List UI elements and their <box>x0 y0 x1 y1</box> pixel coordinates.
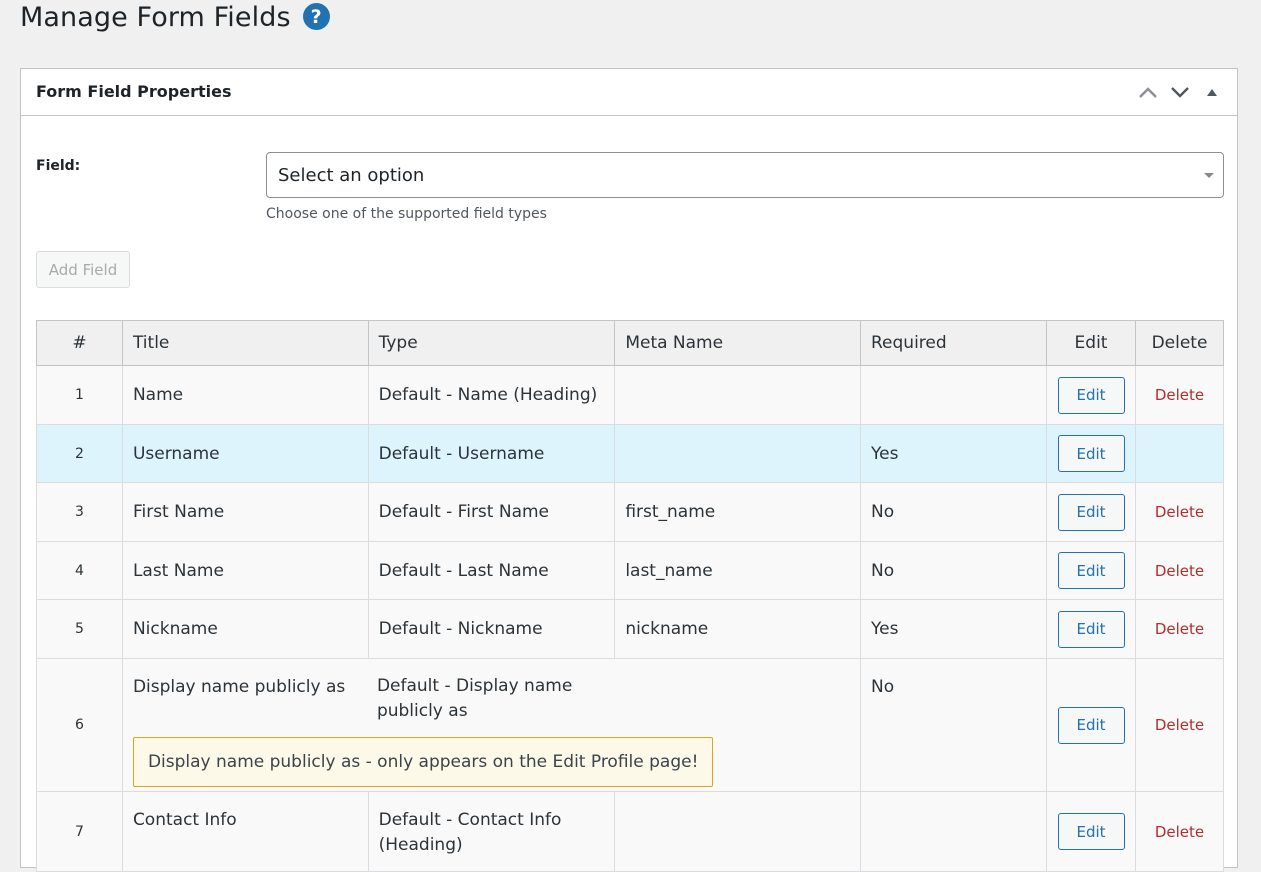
row-meta: last_name <box>614 541 861 600</box>
field-row: Field: <box>36 155 80 174</box>
row-delete-cell: Delete <box>1135 482 1224 542</box>
edit-button[interactable]: Edit <box>1057 552 1125 589</box>
table-row[interactable]: 7 Contact Info Default - Contact Info (H… <box>36 791 1224 872</box>
row-type: Default - Contact Info (Heading) <box>367 791 616 872</box>
row-meta <box>614 424 861 483</box>
row-title: Display name publicly as <box>132 677 346 697</box>
add-field-button[interactable]: Add Field <box>36 251 130 288</box>
row-type: Default - Username <box>367 424 616 483</box>
table-header-row: # Title Type Meta Name Required Edit Del… <box>36 320 1224 366</box>
chevron-down-icon[interactable] <box>1167 79 1193 105</box>
panel-header: Form Field Properties <box>21 69 1237 116</box>
page-title: Manage Form Fields <box>20 2 291 33</box>
row-title: First Name <box>121 482 369 542</box>
notice-box: Display name publicly as - only appears … <box>132 737 714 787</box>
header-title: Title <box>121 320 369 366</box>
edit-button[interactable]: Edit <box>1057 813 1125 850</box>
row-type: Default - First Name <box>367 482 616 542</box>
row-title-type-cell: Display name publicly as Default - Displ… <box>121 658 862 792</box>
header-required: Required <box>859 320 1048 366</box>
row-title: Username <box>121 424 369 483</box>
page-header: Manage Form Fields ? <box>20 2 330 33</box>
row-edit-cell: Edit <box>1046 482 1136 542</box>
row-required: Yes <box>859 599 1048 659</box>
edit-button[interactable]: Edit <box>1057 706 1125 744</box>
row-required: Yes <box>859 424 1048 483</box>
field-type-description: Choose one of the supported field types <box>266 206 547 222</box>
field-type-select[interactable]: Select an option <box>266 152 1224 198</box>
row-meta: first_name <box>614 482 861 542</box>
delete-link[interactable]: Delete <box>1155 620 1204 638</box>
row-required: No <box>859 482 1048 542</box>
delete-link[interactable]: Delete <box>1155 503 1204 521</box>
fields-table: # Title Type Meta Name Required Edit Del… <box>36 320 1224 872</box>
table-row[interactable]: 4 Last Name Default - Last Name last_nam… <box>36 541 1224 600</box>
row-edit-cell: Edit <box>1046 424 1136 483</box>
panel-handle-actions <box>1135 79 1225 105</box>
row-num: 4 <box>36 541 123 600</box>
table-row[interactable]: 6 Display name publicly as Default - Dis… <box>36 658 1224 792</box>
row-meta <box>614 791 861 872</box>
delete-link[interactable]: Delete <box>1155 386 1204 404</box>
row-num: 5 <box>36 599 123 659</box>
row-title: Contact Info <box>121 791 369 872</box>
table-row[interactable]: 3 First Name Default - First Name first_… <box>36 482 1224 542</box>
row-meta: nickname <box>614 599 861 659</box>
row-required: No <box>859 658 1048 792</box>
row-type: Default - Nickname <box>367 599 616 659</box>
row-required <box>859 365 1048 425</box>
edit-button[interactable]: Edit <box>1057 376 1125 414</box>
panel-title: Form Field Properties <box>36 82 232 101</box>
row-num: 7 <box>36 791 123 872</box>
dropdown-arrow-icon <box>1204 173 1214 178</box>
row-edit-cell: Edit <box>1046 541 1136 600</box>
field-label: Field: <box>36 158 81 174</box>
edit-button[interactable]: Edit <box>1057 493 1125 531</box>
triangle-up-icon[interactable] <box>1199 79 1225 105</box>
delete-link[interactable]: Delete <box>1155 562 1204 580</box>
table-row[interactable]: 2 Username Default - Username Yes Edit <box>36 424 1224 483</box>
row-required <box>859 791 1048 872</box>
question-circle-icon[interactable]: ? <box>302 3 330 30</box>
row-meta <box>577 677 820 724</box>
edit-button[interactable]: Edit <box>1057 610 1125 648</box>
row-type: Default - Name (Heading) <box>367 365 616 425</box>
row-meta <box>614 365 861 425</box>
table-row[interactable]: 5 Nickname Default - Nickname nickname Y… <box>36 599 1224 659</box>
chevron-up-icon[interactable] <box>1135 79 1161 105</box>
row-title: Nickname <box>121 599 369 659</box>
row-edit-cell: Edit <box>1046 658 1136 792</box>
row-delete-cell <box>1135 424 1224 483</box>
row-delete-cell: Delete <box>1135 658 1224 792</box>
table-row[interactable]: 1 Name Default - Name (Heading) Edit Del… <box>36 365 1224 425</box>
row-edit-cell: Edit <box>1046 365 1136 425</box>
header-edit: Edit <box>1046 320 1136 366</box>
row-num: 1 <box>36 365 123 425</box>
form-field-properties-panel: Form Field Properties Field: Select an o… <box>20 68 1238 872</box>
row-type: Default - Last Name <box>367 541 616 600</box>
header-type: Type <box>367 320 616 366</box>
row-delete-cell: Delete <box>1135 541 1224 600</box>
row-delete-cell: Delete <box>1135 791 1224 872</box>
row-delete-cell: Delete <box>1135 365 1224 425</box>
row-required: No <box>859 541 1048 600</box>
header-num: # <box>36 320 123 366</box>
row-edit-cell: Edit <box>1046 791 1136 872</box>
delete-link[interactable]: Delete <box>1155 823 1204 841</box>
row-title: Name <box>121 365 369 425</box>
row-edit-cell: Edit <box>1046 599 1136 659</box>
row-title: Last Name <box>121 541 369 600</box>
header-meta-name: Meta Name <box>614 320 861 366</box>
delete-link[interactable]: Delete <box>1155 716 1204 734</box>
row-num: 2 <box>36 424 123 483</box>
row-delete-cell: Delete <box>1135 599 1224 659</box>
field-type-select-value: Select an option <box>278 164 425 186</box>
edit-button[interactable]: Edit <box>1057 435 1125 472</box>
row-num: 6 <box>36 658 123 792</box>
row-type: Default - Display name publicly as <box>376 676 573 721</box>
header-delete: Delete <box>1135 320 1224 366</box>
row-num: 3 <box>36 482 123 542</box>
